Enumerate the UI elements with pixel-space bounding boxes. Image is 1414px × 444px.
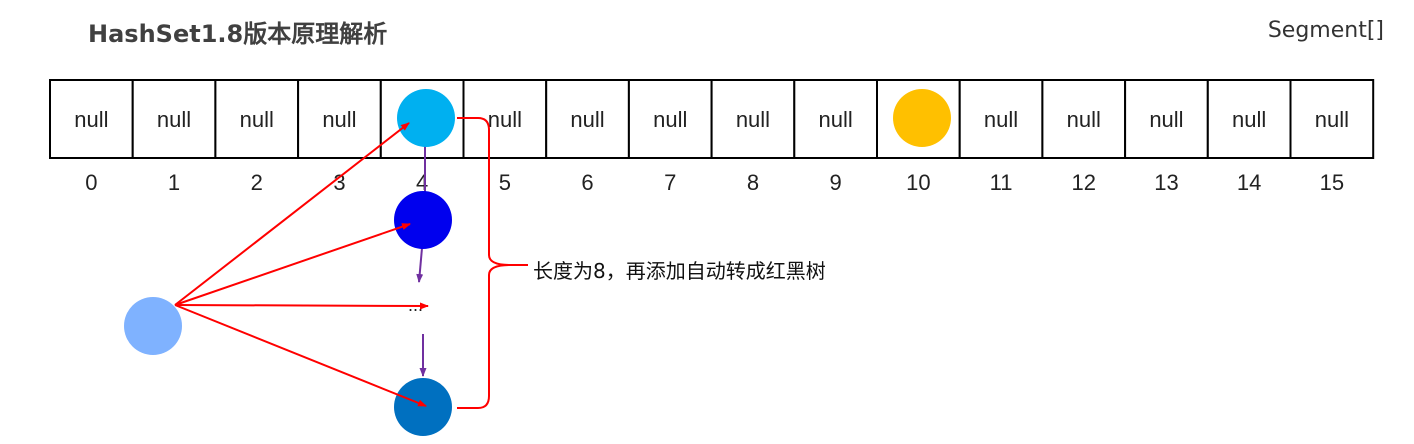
chain-node-2 (394, 191, 452, 249)
insert-arrow-ellipsis (174, 302, 429, 310)
array-index-label: 6 (581, 170, 593, 195)
array-cell-value: null (736, 107, 770, 132)
array-cell-value: null (322, 107, 356, 132)
array-index-label: 12 (1072, 170, 1096, 195)
array-cell-value: null (819, 107, 853, 132)
bucket-4-node (397, 89, 455, 147)
array-cell-value: null (240, 107, 274, 132)
array-cell-value: null (570, 107, 604, 132)
insert-arrow-last (174, 304, 427, 407)
array-index-label: 5 (499, 170, 511, 195)
array-cell-value: null (157, 107, 191, 132)
treeify-annotation: 长度为8，再添加自动转成红黑树 (533, 259, 826, 283)
array-index-label: 11 (990, 170, 1013, 195)
array-index-label: 1 (168, 170, 180, 195)
array-cell-value: null (488, 107, 522, 132)
array-cell-value: null (1315, 107, 1349, 132)
array-index-label: 13 (1154, 170, 1178, 195)
chain-arrow-2 (416, 247, 424, 283)
hashset-diagram: null null null null null null null null null null… (49, 79, 1375, 436)
array-index-label: 10 (906, 170, 930, 195)
array-index-label: 15 (1320, 170, 1344, 195)
array-cell-value: null (1067, 107, 1101, 132)
bucket-10-node (893, 89, 951, 147)
array-index-label: 0 (85, 170, 97, 195)
array-index-label: 14 (1237, 170, 1261, 195)
array-cell-value: null (653, 107, 687, 132)
new-node (124, 297, 182, 355)
array-index-label: 9 (830, 170, 842, 195)
insert-arrow-chain2 (174, 223, 411, 306)
array-cell-value: null (74, 107, 108, 132)
array-index-label: 8 (747, 170, 759, 195)
array-index-label: 2 (251, 170, 263, 195)
array-indices: 0 1 2 3 4 5 6 7 8 9 10 11 12 13 14 15 (85, 170, 1344, 195)
chain-brace (457, 117, 511, 409)
array-cell-value: null (984, 107, 1018, 132)
chain-node-last (394, 378, 452, 436)
array-cells: null null null null null null null null null null… (49, 79, 1375, 159)
array-cell-value: null (1232, 107, 1266, 132)
array-index-label: 7 (664, 170, 676, 195)
array-cell-value: null (1149, 107, 1183, 132)
